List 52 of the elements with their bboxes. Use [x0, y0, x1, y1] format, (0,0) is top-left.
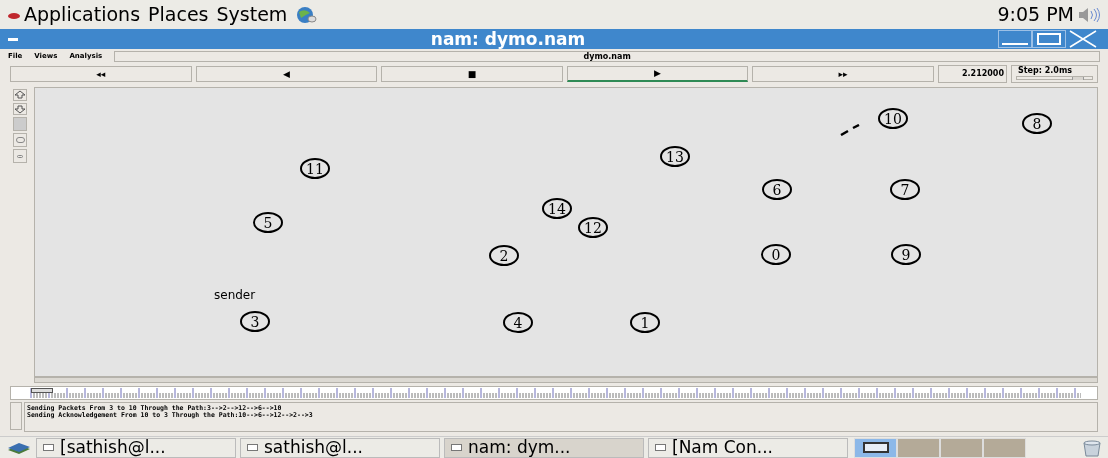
network-node[interactable]: 3 [240, 311, 270, 332]
node-caption: sender [214, 289, 256, 301]
playback-button[interactable]: ◀ [195, 66, 378, 82]
panel-menu[interactable]: Applications [24, 0, 141, 29]
zoom-out-icon[interactable] [13, 103, 27, 115]
network-node[interactable]: 11 [300, 158, 330, 179]
window-icon [655, 444, 666, 451]
panel-menu[interactable]: System [216, 0, 288, 29]
window-icon [247, 444, 258, 451]
taskbar-item[interactable]: [Nam Con... [648, 437, 848, 458]
step-slider-thumb[interactable] [1072, 77, 1085, 80]
network-node[interactable]: 5 [253, 212, 283, 233]
minimize-icon[interactable] [998, 30, 1032, 48]
file-name-field: dymo.nam [114, 50, 1100, 62]
step-label: Step: 2.0ms [1018, 66, 1073, 76]
network-node[interactable]: 10 [878, 108, 908, 129]
taskbar-item[interactable]: [sathish@l... [36, 437, 236, 458]
taskbar-item[interactable]: nam: dym... [444, 437, 644, 458]
network-node[interactable]: 0 [761, 244, 791, 265]
window-icon [451, 444, 462, 451]
maximize-icon[interactable] [1032, 30, 1066, 48]
network-node[interactable]: 4 [503, 312, 533, 333]
network-node[interactable]: 2 [489, 245, 519, 266]
playback-button[interactable]: ▸▸ [752, 66, 934, 82]
network-node[interactable]: 14 [542, 198, 572, 219]
window-title: nam: dymo.nam [429, 30, 587, 48]
window-icon [43, 444, 54, 451]
network-node[interactable]: 8 [1022, 113, 1052, 134]
vertical-scrollbar[interactable] [10, 402, 22, 430]
taskbar-item[interactable]: sathish@l... [240, 437, 440, 458]
workspace-button[interactable] [854, 437, 897, 458]
trash-icon[interactable] [1082, 438, 1102, 457]
playback-button[interactable]: ■ [381, 66, 563, 82]
time-display: 2.212000 [937, 65, 1007, 83]
clock[interactable]: 9:05 PM [997, 0, 1074, 29]
playback-button[interactable]: ◂◂ [10, 66, 192, 82]
window-menu-icon[interactable] [8, 37, 18, 41]
panel-menu[interactable]: Places [148, 0, 209, 29]
network-node[interactable]: 13 [660, 146, 690, 167]
packet-drawing [840, 124, 860, 136]
step-slider-track[interactable] [1016, 76, 1093, 80]
hat-icon[interactable] [8, 10, 20, 19]
network-node[interactable]: 1 [630, 312, 660, 333]
zoom-in-icon[interactable] [13, 89, 27, 101]
horizontal-scrollbar[interactable] [34, 377, 1098, 383]
network-node[interactable]: 7 [890, 179, 920, 200]
network-node[interactable]: 9 [891, 244, 921, 265]
playback-button[interactable]: ▶ [566, 66, 749, 82]
speaker-icon[interactable] [1078, 6, 1100, 23]
network-node[interactable]: 12 [578, 217, 608, 238]
globe-icon[interactable] [295, 5, 318, 24]
network-node[interactable]: 6 [762, 179, 792, 200]
